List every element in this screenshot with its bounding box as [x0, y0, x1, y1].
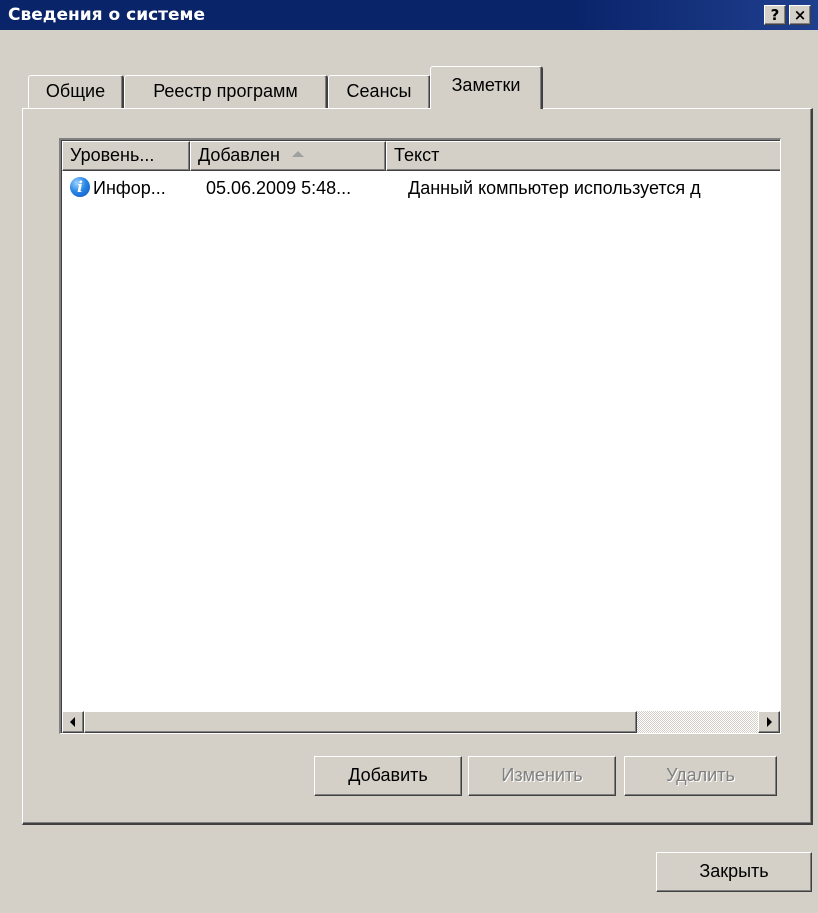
scrollbar-track[interactable] [84, 711, 758, 733]
close-window-button[interactable]: × [789, 5, 811, 25]
close-dialog-button[interactable]: Закрыть [656, 852, 812, 892]
scroll-left-button[interactable] [62, 711, 84, 733]
column-label-added: Добавлен [198, 145, 280, 165]
tab-program-registry[interactable]: Реестр программ [124, 75, 328, 108]
column-header-level[interactable]: Уровень... [62, 141, 190, 171]
edit-note-button[interactable]: Изменить [468, 756, 616, 796]
horizontal-scrollbar[interactable] [62, 711, 780, 733]
help-button[interactable]: ? [764, 5, 786, 25]
close-icon: × [793, 6, 807, 24]
column-label-level: Уровень... [70, 145, 155, 165]
cell-text: Данный компьютер используется д [408, 178, 701, 198]
add-note-button[interactable]: Добавить [314, 756, 462, 796]
list-header: Уровень... Добавлен Текст [62, 141, 780, 171]
title-bar[interactable]: Сведения о системе ? × [0, 0, 818, 30]
window-title: Сведения о системе [8, 5, 205, 25]
column-label-text: Текст [394, 145, 440, 165]
scrollbar-thumb[interactable] [84, 711, 637, 733]
cell-added: 05.06.2009 5:48... [206, 178, 352, 198]
arrow-left-icon [70, 717, 75, 727]
system-info-dialog: Сведения о системе ? × Общие Реестр прог… [0, 0, 818, 913]
tab-general[interactable]: Общие [28, 75, 124, 108]
column-header-text[interactable]: Текст [386, 141, 780, 171]
info-icon: i [70, 177, 90, 198]
cell-level: i Инфор... [70, 173, 192, 203]
column-header-added[interactable]: Добавлен [190, 141, 386, 171]
arrow-right-icon [767, 717, 772, 727]
tab-notes[interactable]: Заметки [430, 66, 543, 109]
delete-note-button[interactable]: Удалить [624, 756, 777, 796]
list-item[interactable]: i Инфор... 05.06.2009 5:48... Данный комп… [62, 173, 780, 203]
tab-sessions[interactable]: Сеансы [328, 75, 431, 108]
notes-list[interactable]: Уровень... Добавлен Текст i Инфор... 05.0… [59, 138, 781, 734]
sort-ascending-icon [291, 151, 304, 158]
scroll-right-button[interactable] [758, 711, 780, 733]
level-text: Инфор... [93, 178, 166, 198]
